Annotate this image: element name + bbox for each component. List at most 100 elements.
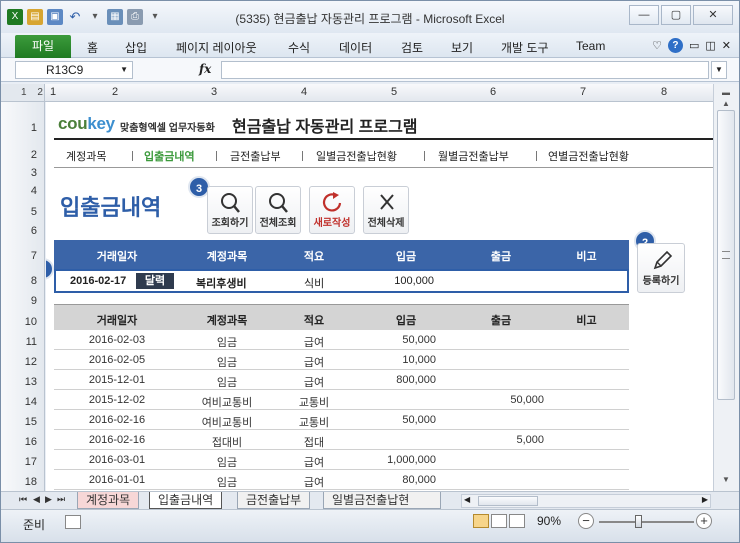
next-sheet-icon[interactable]: ▶	[45, 494, 52, 505]
column-2[interactable]: 2	[61, 86, 169, 98]
column-3[interactable]: 3	[169, 86, 259, 98]
table-row[interactable]: 2015-12-02 여비교통비 교통비 50,000	[54, 390, 629, 410]
sheet-tab-accounts[interactable]: 계정과목	[77, 492, 140, 509]
row-5[interactable]: 5	[1, 206, 44, 218]
vertical-scroll-thumb[interactable]	[717, 110, 735, 400]
group-level-2[interactable]: 2	[37, 87, 43, 98]
nav-item-monthly[interactable]: 월별금전출납부	[438, 148, 509, 164]
vertical-scrollbar[interactable]: ▬ ▲ ▼	[713, 84, 739, 491]
row-7[interactable]: 7	[1, 250, 44, 262]
insert-function-icon[interactable]: fx	[199, 62, 211, 76]
entry-memo-field[interactable]: 식비	[304, 275, 324, 291]
row-1[interactable]: 1	[1, 122, 44, 134]
sheet-tab-cashbook[interactable]: 금전출납부	[237, 492, 311, 509]
calendar-button[interactable]: 달력	[136, 273, 174, 289]
print-icon[interactable]: ⎙	[127, 9, 143, 25]
sheet-tab-daily[interactable]: 일별금전출납현	[323, 492, 441, 509]
register-button[interactable]: 등록하기	[637, 243, 685, 293]
row-11[interactable]: 11	[1, 336, 44, 348]
tab-home[interactable]: 홈	[87, 39, 98, 56]
entry-date-field[interactable]: 2016-02-17	[70, 275, 126, 287]
horizontal-scroll-thumb[interactable]	[478, 496, 538, 506]
entry-account-field[interactable]: 복리후생비	[196, 275, 247, 291]
formula-input[interactable]	[221, 61, 709, 79]
tab-page-layout[interactable]: 페이지 레이아웃	[176, 39, 257, 56]
name-box[interactable]: R13C9 ▼	[15, 61, 133, 79]
table-row[interactable]: 2016-02-05 임금 급여 10,000	[54, 350, 629, 370]
search-button[interactable]: 조회하기	[207, 186, 253, 234]
tab-data[interactable]: 데이터	[339, 39, 372, 56]
column-7[interactable]: 7	[547, 86, 619, 98]
zoom-level[interactable]: 90%	[537, 514, 561, 528]
zoom-slider[interactable]	[599, 521, 694, 523]
nav-item-yearly[interactable]: 연별금전출납현황	[548, 148, 629, 164]
column-1[interactable]: 1	[45, 86, 61, 98]
last-sheet-icon[interactable]: ⏭	[57, 494, 65, 505]
column-5[interactable]: 5	[349, 86, 439, 98]
zoom-out-icon[interactable]: −	[578, 513, 594, 529]
entry-income-field[interactable]: 100,000	[356, 275, 434, 287]
prev-sheet-icon[interactable]: ◀	[33, 494, 40, 505]
row-6[interactable]: 6	[1, 225, 44, 237]
page-break-view-icon[interactable]	[509, 514, 525, 528]
tab-review[interactable]: 검토	[401, 39, 423, 56]
sheet-tab-transactions[interactable]: 입출금내역	[149, 492, 223, 509]
normal-view-icon[interactable]	[473, 514, 489, 528]
tab-formulas[interactable]: 수식	[288, 39, 310, 56]
row-14[interactable]: 14	[1, 396, 44, 408]
row-3[interactable]: 3	[1, 167, 44, 179]
minimize-button[interactable]: —	[629, 5, 659, 25]
row-15[interactable]: 15	[1, 416, 44, 428]
table-row[interactable]: 2016-02-03 임금 급여 50,000	[54, 330, 629, 350]
horizontal-scrollbar[interactable]: ◀ ▶	[461, 494, 711, 508]
table-row[interactable]: 2016-03-01 임금 급여 1,000,000	[54, 450, 629, 470]
row-18[interactable]: 18	[1, 476, 44, 488]
help-icon[interactable]: ?	[667, 38, 683, 53]
new-entry-button[interactable]: 새로작성	[309, 186, 355, 234]
column-8[interactable]: 8	[619, 86, 709, 98]
search-all-button[interactable]: 전체조회	[255, 186, 301, 234]
table-icon[interactable]: ▦	[107, 9, 123, 25]
expand-formula-icon[interactable]: ▼	[711, 61, 727, 79]
row-16[interactable]: 16	[1, 436, 44, 448]
table-row[interactable]: 2016-02-16 여비교통비 교통비 50,000	[54, 410, 629, 430]
nav-item-transactions[interactable]: 입출금내역	[144, 148, 195, 164]
row-9[interactable]: 9	[1, 295, 44, 307]
first-sheet-icon[interactable]: ⏮	[19, 494, 27, 505]
row-13[interactable]: 13	[1, 376, 44, 388]
nav-item-accounts[interactable]: 계정과목	[66, 148, 106, 164]
ribbon-collapse-icon[interactable]: ♡	[652, 39, 662, 52]
row-17[interactable]: 17	[1, 456, 44, 468]
delete-all-button[interactable]: 전체삭제	[363, 186, 409, 234]
paste-icon[interactable]: ▤	[27, 9, 43, 25]
row-8[interactable]: 8	[1, 275, 44, 287]
tab-team[interactable]: Team	[576, 39, 605, 53]
zoom-in-icon[interactable]: +	[696, 513, 712, 529]
close-button[interactable]: ✕	[693, 5, 733, 25]
customize-qat-icon[interactable]: ▾	[147, 9, 163, 25]
row-2[interactable]: 2	[1, 149, 44, 161]
row-10[interactable]: 10	[1, 316, 44, 328]
tab-file[interactable]: 파일	[15, 35, 71, 58]
ribbon-restore-icon[interactable]: ◫	[705, 39, 715, 52]
table-row[interactable]: 2015-12-01 임금 급여 800,000	[54, 370, 629, 390]
tab-view[interactable]: 보기	[451, 39, 473, 56]
column-6[interactable]: 6	[439, 86, 547, 98]
row-4[interactable]: 4	[1, 185, 44, 197]
table-row[interactable]: 2016-01-01 임금 급여 80,000	[54, 470, 629, 490]
ribbon-close-icon[interactable]: ✕	[722, 39, 731, 52]
row-12[interactable]: 12	[1, 356, 44, 368]
scroll-right-icon[interactable]: ▶	[702, 495, 708, 504]
tab-developer[interactable]: 개발 도구	[501, 39, 549, 56]
dropdown-arrow-icon[interactable]: ▾	[87, 9, 103, 25]
nav-item-cashbook[interactable]: 금전출납부	[230, 148, 281, 164]
name-box-dropdown-icon[interactable]: ▼	[120, 62, 128, 78]
undo-icon[interactable]: ↶	[67, 9, 83, 25]
scroll-down-icon[interactable]: ▼	[717, 472, 735, 488]
macro-record-icon[interactable]	[65, 515, 81, 529]
table-row[interactable]: 2016-02-16 접대비 접대 5,000	[54, 430, 629, 450]
group-level-1[interactable]: 1	[21, 87, 27, 98]
zoom-slider-thumb[interactable]	[635, 515, 642, 528]
tab-insert[interactable]: 삽입	[125, 39, 147, 56]
picture-icon[interactable]: ▣	[47, 9, 63, 25]
